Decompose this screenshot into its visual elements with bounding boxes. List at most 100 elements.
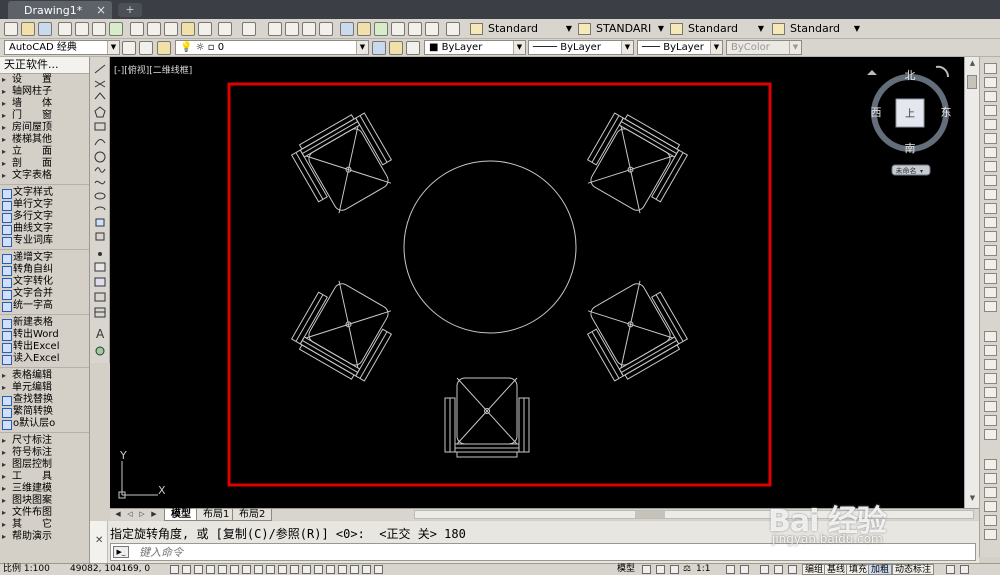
layer-previous-icon[interactable] — [389, 41, 403, 55]
close-icon[interactable]: ✕ — [95, 535, 103, 546]
chair-top-right[interactable] — [578, 109, 690, 219]
prev-tab-icon[interactable]: ◁ — [124, 509, 136, 520]
palette-item[interactable]: 统一字高 — [0, 300, 89, 312]
palette-item[interactable]: 门 窗 — [0, 110, 89, 122]
palette-item[interactable]: 新建表格 — [0, 317, 89, 329]
palette-item[interactable]: 尺寸标注 — [0, 435, 89, 447]
palette-item[interactable]: 文字合并 — [0, 288, 89, 300]
zoom-center-icon[interactable] — [984, 529, 997, 540]
break-icon[interactable] — [984, 231, 997, 242]
quick-properties-icon[interactable] — [314, 565, 323, 574]
command-line-close[interactable]: ✕ — [90, 521, 108, 563]
viewcube-face-label[interactable]: 上 — [905, 108, 915, 120]
viewport-label[interactable]: [-][俯视][二维线框] — [114, 63, 192, 76]
copy-object-icon[interactable] — [984, 77, 997, 88]
workspace-settings-icon[interactable] — [122, 41, 136, 55]
print-icon[interactable] — [58, 22, 72, 36]
pan-icon[interactable] — [268, 22, 282, 36]
last-tab-icon[interactable]: ▶ — [148, 509, 160, 520]
workspace-select[interactable]: AutoCAD 经典 ▼ — [4, 40, 120, 55]
explode-icon[interactable] — [984, 301, 997, 312]
layer-states-icon[interactable] — [406, 41, 420, 55]
otrack-icon[interactable] — [254, 565, 263, 574]
command-input[interactable] — [139, 545, 959, 559]
palette-item[interactable]: o默认层o — [0, 418, 89, 430]
palette-item[interactable]: 单元编辑 — [0, 382, 89, 394]
palette-item[interactable]: 转出Word — [0, 329, 89, 341]
block-editor-icon[interactable] — [198, 22, 212, 36]
quick-view-drawings-icon[interactable] — [374, 565, 383, 574]
annotation-visibility-icon[interactable] — [726, 565, 735, 574]
multileader-style-select[interactable]: Standard ▼ — [768, 21, 862, 37]
palette-item[interactable]: 专业词库 — [0, 235, 89, 247]
lineweight-icon[interactable] — [290, 565, 299, 574]
palette-item[interactable]: 图层控制 — [0, 459, 89, 471]
chair-back-base[interactable] — [456, 451, 518, 458]
palette-item[interactable]: 文件布图 — [0, 507, 89, 519]
palette-item[interactable]: 读入Excel — [0, 353, 89, 365]
drawing-area[interactable]: Y X 上北南西东未命名 ▾ [-][俯视][二维线框] — [110, 57, 964, 508]
help-icon[interactable] — [446, 22, 460, 36]
ucs-x-label[interactable]: X — [158, 484, 166, 497]
osnap-icon[interactable] — [230, 565, 239, 574]
first-tab-icon[interactable]: ◀ — [112, 509, 124, 520]
compass-west[interactable]: 西 — [871, 106, 882, 119]
fillet-icon[interactable] — [984, 273, 997, 284]
dim-style-select[interactable]: STANDARI ▼ — [574, 21, 666, 37]
zoom-realtime-icon[interactable] — [285, 22, 299, 36]
chair-arm-line[interactable] — [591, 115, 620, 163]
chamfer-icon[interactable] — [984, 259, 997, 270]
print-preview-icon[interactable] — [75, 22, 89, 36]
dynamic-input-icon[interactable] — [278, 565, 287, 574]
chair-arm-line[interactable] — [591, 331, 620, 379]
save-icon[interactable] — [38, 22, 52, 36]
vertical-scrollbar[interactable]: ▲ ▼ — [964, 57, 979, 508]
palette-item[interactable]: 查找替换 — [0, 394, 89, 406]
move-icon[interactable] — [984, 133, 997, 144]
ucs-y-label[interactable]: Y — [119, 449, 127, 462]
erase-icon[interactable] — [984, 63, 997, 74]
chair-bottom-left[interactable] — [289, 275, 401, 385]
chair-arm-line[interactable] — [655, 294, 684, 342]
open-file-icon[interactable] — [21, 22, 35, 36]
isolate-objects-icon[interactable] — [946, 565, 955, 574]
color-select[interactable]: ■ ByLayer ▼ — [424, 40, 526, 55]
wcs-label[interactable]: 未命名 — [896, 166, 917, 175]
hatch-back-icon[interactable] — [984, 429, 997, 440]
scale-icon[interactable] — [984, 161, 997, 172]
zoom-all-icon[interactable] — [984, 501, 997, 512]
next-tab-icon[interactable]: ▷ — [136, 509, 148, 520]
infer-constraints-icon[interactable] — [170, 565, 179, 574]
annotation-monitor-icon[interactable] — [338, 565, 347, 574]
text-style-select[interactable]: Standard ▼ — [466, 21, 574, 37]
zoom-in-icon[interactable] — [984, 473, 997, 484]
compass-south[interactable]: 南 — [905, 142, 916, 155]
chair-arm-line[interactable] — [359, 331, 388, 379]
palette-item[interactable]: 三维建模 — [0, 483, 89, 495]
lock-ui-icon[interactable] — [774, 565, 783, 574]
scroll-up-icon[interactable]: ▲ — [965, 59, 980, 71]
layer-manager-icon[interactable] — [157, 41, 171, 55]
round-table[interactable] — [403, 160, 577, 334]
zoom-out-icon[interactable] — [984, 487, 997, 498]
chair-back-line[interactable] — [302, 340, 358, 373]
palette-item[interactable]: 递增文字 — [0, 252, 89, 264]
model-space-icon[interactable] — [350, 565, 359, 574]
text-front-icon[interactable] — [984, 387, 997, 398]
palette-item[interactable]: 轴网柱子 — [0, 86, 89, 98]
palette-item[interactable]: 表格编辑 — [0, 370, 89, 382]
new-tab-button[interactable]: + — [118, 3, 142, 17]
scroll-thumb[interactable] — [635, 511, 665, 518]
selection-cycling-icon[interactable] — [326, 565, 335, 574]
chair-top-left[interactable] — [289, 109, 401, 219]
draworder-above-icon[interactable] — [984, 359, 997, 370]
layout-tab[interactable]: 布局2 — [232, 509, 273, 521]
chevron-down-icon[interactable]: ▾ — [920, 168, 923, 175]
scroll-down-icon[interactable]: ▼ — [965, 494, 980, 506]
layer-select[interactable]: 💡 ☼ ▫ 0 ▼ — [175, 40, 369, 55]
trim-icon[interactable] — [984, 189, 997, 200]
join-icon[interactable] — [984, 245, 997, 256]
workspace-save-icon[interactable] — [139, 41, 153, 55]
tool-palettes-icon[interactable] — [374, 22, 388, 36]
layout-tab[interactable]: 布局1 — [196, 509, 237, 521]
